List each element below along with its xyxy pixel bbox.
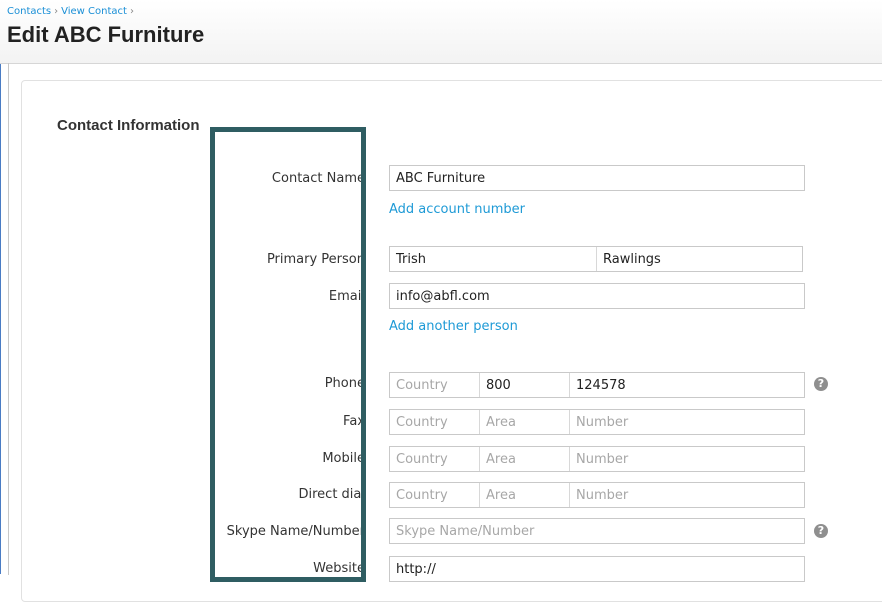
email-value: info@abfl.com: [396, 288, 490, 304]
fax-input[interactable]: Country Area Number: [389, 409, 805, 435]
website-label: Website: [313, 561, 365, 576]
phone-input[interactable]: Country 800 124578: [389, 372, 805, 398]
phone-country-field[interactable]: Country: [390, 373, 480, 397]
mobile-area-field[interactable]: Area: [480, 447, 570, 471]
section-title: Contact Information: [57, 117, 200, 134]
breadcrumb-view-contact[interactable]: View Contact: [61, 6, 127, 17]
breadcrumb: Contacts › View Contact ›: [7, 6, 137, 17]
last-name-field[interactable]: Rawlings: [597, 247, 802, 271]
contact-name-value: ABC Furniture: [396, 170, 486, 186]
breadcrumb-separator: ›: [129, 6, 134, 17]
direct-dial-area-field[interactable]: Area: [480, 483, 570, 507]
direct-dial-input[interactable]: Country Area Number: [389, 482, 805, 508]
left-divider: [8, 63, 9, 575]
breadcrumb-contacts[interactable]: Contacts: [7, 6, 51, 17]
direct-dial-label: Direct dial: [298, 487, 366, 502]
website-field[interactable]: http://: [389, 556, 805, 582]
fax-area-field[interactable]: Area: [480, 410, 570, 434]
breadcrumb-separator: ›: [54, 6, 59, 17]
email-field[interactable]: info@abfl.com: [389, 283, 805, 309]
help-icon[interactable]: ?: [814, 524, 828, 538]
fax-country-field[interactable]: Country: [390, 410, 480, 434]
skype-field[interactable]: Skype Name/Number: [389, 518, 805, 544]
page-title: Edit ABC Furniture: [7, 22, 205, 47]
page-header: Contacts › View Contact › Edit ABC Furnitur…: [0, 0, 882, 64]
mobile-country-field[interactable]: Country: [390, 447, 480, 471]
phone-label: Phone: [324, 376, 365, 391]
direct-dial-number-field[interactable]: Number: [570, 483, 804, 507]
contact-name-label: Contact Name: [271, 171, 365, 186]
direct-dial-country-field[interactable]: Country: [390, 483, 480, 507]
first-name-field[interactable]: Trish: [390, 247, 597, 271]
mobile-input[interactable]: Country Area Number: [389, 446, 805, 472]
website-value: http://: [396, 561, 436, 577]
phone-area-field[interactable]: 800: [480, 373, 570, 397]
mobile-number-field[interactable]: Number: [570, 447, 804, 471]
skype-placeholder: Skype Name/Number: [396, 523, 535, 539]
primary-person-label: Primary Person: [266, 252, 365, 267]
email-label: Email: [328, 289, 365, 304]
help-icon[interactable]: ?: [814, 377, 828, 391]
fax-number-field[interactable]: Number: [570, 410, 804, 434]
add-another-person-link[interactable]: Add another person: [389, 319, 518, 334]
phone-number-field[interactable]: 124578: [570, 373, 804, 397]
mobile-label: Mobile: [322, 451, 365, 466]
contact-name-input[interactable]: ABC Furniture: [389, 165, 805, 191]
fax-label: Fax: [343, 414, 365, 429]
add-account-number-link[interactable]: Add account number: [389, 202, 525, 217]
primary-person-input[interactable]: Trish Rawlings: [389, 246, 803, 272]
skype-label: Skype Name/Number: [226, 524, 365, 539]
